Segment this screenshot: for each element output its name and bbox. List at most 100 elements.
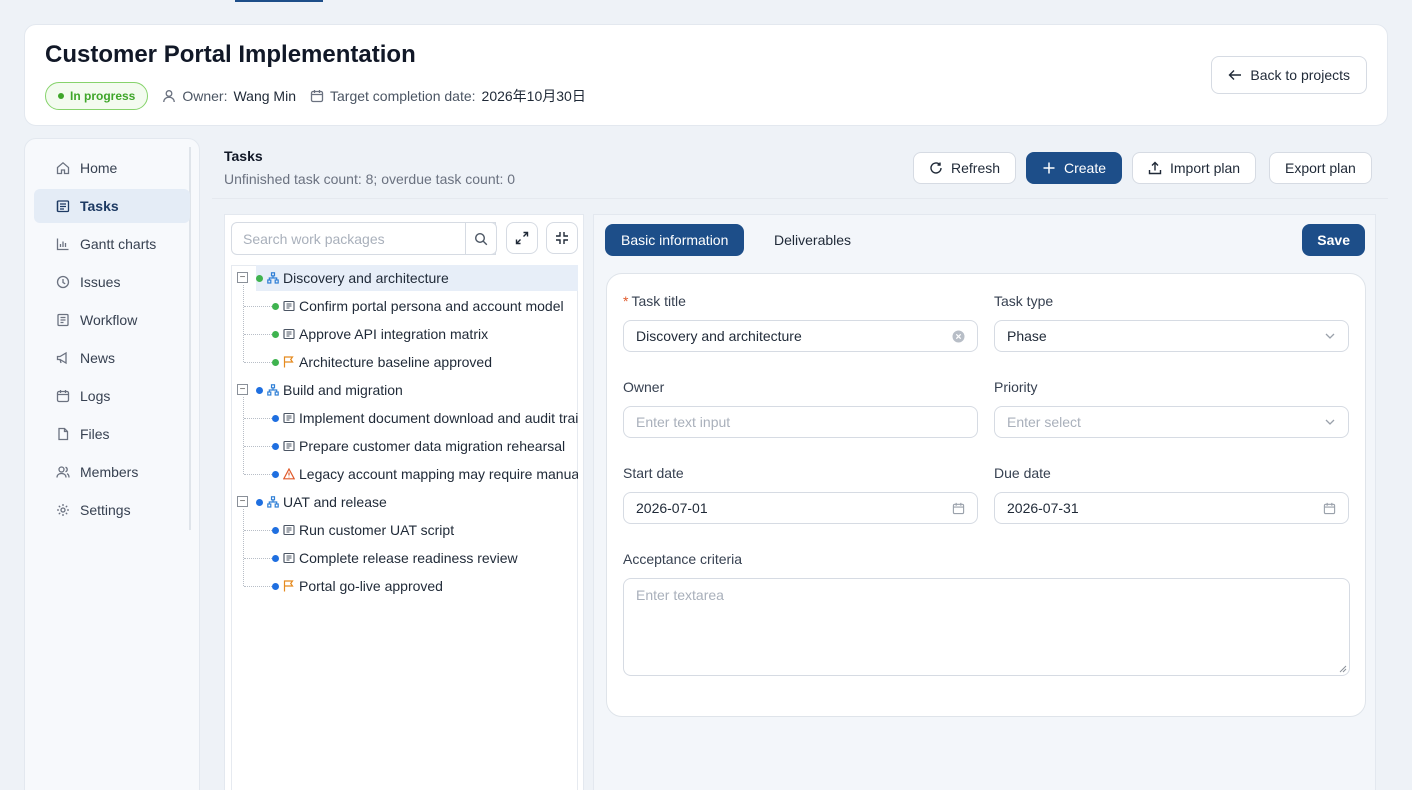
phase-icon xyxy=(267,384,279,396)
warning-icon xyxy=(283,468,295,480)
owner-input[interactable]: Enter text input xyxy=(623,406,978,438)
tree-node-phase[interactable]: Discovery and architecture xyxy=(256,265,578,291)
task-title-value: Discovery and architecture xyxy=(636,328,802,344)
status-dot xyxy=(58,93,64,99)
top-tab-indicator xyxy=(235,0,323,2)
create-label: Create xyxy=(1064,160,1107,176)
resize-handle-icon[interactable] xyxy=(1339,665,1347,673)
collapse-toggle[interactable]: − xyxy=(237,384,248,395)
sidebar-item-tasks[interactable]: Tasks xyxy=(34,189,190,223)
owner-value: Wang Min xyxy=(233,88,296,104)
collapse-toggle[interactable]: − xyxy=(237,272,248,283)
search-input[interactable]: Search work packages xyxy=(231,222,496,255)
tree-connector xyxy=(244,586,272,587)
tasks-title: Tasks xyxy=(224,148,263,164)
task-icon xyxy=(283,552,295,564)
workflow-icon xyxy=(57,313,69,327)
tree-connector xyxy=(243,397,244,474)
calendar-icon xyxy=(1323,502,1336,515)
chevron-down-icon xyxy=(1325,333,1335,339)
status-label: In progress xyxy=(70,89,136,103)
sidebar-item-settings[interactable]: Settings xyxy=(34,493,190,527)
tab-deliverables[interactable]: Deliverables xyxy=(758,224,867,256)
tree-node-phase[interactable]: UAT and release xyxy=(256,489,578,515)
status-dot xyxy=(272,414,279,422)
sidebar-item-issues[interactable]: Issues xyxy=(34,265,190,299)
calendar-icon xyxy=(952,502,965,515)
sidebar-item-files[interactable]: Files xyxy=(34,417,190,451)
sidebar-item-logs[interactable]: Logs xyxy=(34,379,190,413)
tree-node-milestone[interactable]: Portal go-live approved xyxy=(272,573,578,599)
acceptance-criteria-label: Acceptance criteria xyxy=(623,551,743,567)
owner-placeholder: Enter text input xyxy=(636,414,731,430)
tree-node-task[interactable]: Prepare customer data migration rehearsa… xyxy=(272,433,578,459)
tab-basic-information[interactable]: Basic information xyxy=(605,224,745,256)
clear-icon[interactable] xyxy=(952,330,965,343)
export-plan-button[interactable]: Export plan xyxy=(1269,152,1372,184)
expand-icon xyxy=(515,231,529,245)
tree-node-label: Build and migration xyxy=(283,382,403,398)
collapse-toggle[interactable]: − xyxy=(237,496,248,507)
priority-label: Priority xyxy=(994,379,1038,395)
sidebar-item-members[interactable]: Members xyxy=(34,455,190,489)
save-label: Save xyxy=(1317,232,1350,248)
gear-icon xyxy=(57,504,69,516)
sidebar-item-label: Settings xyxy=(80,502,131,518)
status-dot xyxy=(256,386,263,394)
status-dot xyxy=(272,582,279,590)
priority-select[interactable]: Enter select xyxy=(994,406,1349,438)
sidebar-item-news[interactable]: News xyxy=(34,341,190,375)
create-button[interactable]: Create xyxy=(1026,152,1123,184)
acceptance-criteria-textarea[interactable]: Enter textarea xyxy=(623,578,1350,676)
task-title-input[interactable]: Discovery and architecture xyxy=(623,320,978,352)
refresh-label: Refresh xyxy=(951,160,1001,176)
import-plan-button[interactable]: Import plan xyxy=(1132,152,1257,184)
status-dot xyxy=(256,274,263,282)
sidebar-item-label: Home xyxy=(80,160,118,176)
search-button[interactable] xyxy=(465,222,497,255)
search-placeholder: Search work packages xyxy=(243,230,385,247)
start-date-picker[interactable]: 2026-07-01 xyxy=(623,492,978,524)
gantt-chart-icon xyxy=(56,238,69,251)
tasks-summary: Unfinished task count: 8; overdue task c… xyxy=(224,171,516,187)
sidebar-item-label: Workflow xyxy=(80,312,138,328)
members-icon xyxy=(56,466,70,478)
expand-all-button[interactable] xyxy=(506,222,538,254)
sidebar-item-label: Issues xyxy=(80,274,121,290)
tab-label: Deliverables xyxy=(774,232,852,248)
due-date-value: 2026-07-31 xyxy=(1007,500,1079,516)
tree-node-phase[interactable]: Build and migration xyxy=(256,377,578,403)
tree-node-task[interactable]: Complete release readiness review xyxy=(272,545,578,571)
target-date-value: 2026年10月30日 xyxy=(481,88,586,104)
task-type-label: Task type xyxy=(994,293,1054,309)
user-icon xyxy=(163,90,176,103)
owner-field-label: Owner xyxy=(623,379,665,395)
tree-node-task[interactable]: Run customer UAT script xyxy=(272,517,578,543)
tree-node-label: Portal go-live approved xyxy=(299,578,443,594)
tree-node-risk[interactable]: Legacy account mapping may require manua… xyxy=(272,461,578,487)
back-to-projects-button[interactable]: Back to projects xyxy=(1211,56,1367,94)
task-icon xyxy=(283,328,295,340)
tree-connector xyxy=(244,306,272,307)
tree-node-label: Prepare customer data migration rehearsa… xyxy=(299,438,566,454)
sidebar-item-label: News xyxy=(80,350,116,366)
tree-node-label: Discovery and architecture xyxy=(283,270,449,286)
tree-node-task[interactable]: Approve API integration matrix xyxy=(272,321,578,347)
refresh-button[interactable]: Refresh xyxy=(913,152,1017,184)
sidebar-item-workflow[interactable]: Workflow xyxy=(34,303,190,337)
collapse-all-button[interactable] xyxy=(546,222,578,254)
target-date-label: Target completion date: xyxy=(330,88,476,104)
save-button[interactable]: Save xyxy=(1302,224,1365,256)
tree-node-task[interactable]: Confirm portal persona and account model xyxy=(272,293,578,319)
arrow-left-icon xyxy=(1228,70,1242,80)
tree-node-milestone[interactable]: Architecture baseline approved xyxy=(272,349,578,375)
status-dot xyxy=(272,442,279,450)
tree-node-label: UAT and release xyxy=(283,494,387,510)
tree-node-task[interactable]: Implement document download and audit tr… xyxy=(272,405,578,431)
task-type-value: Phase xyxy=(1007,328,1047,344)
status-dot xyxy=(256,498,263,506)
task-type-select[interactable]: Phase xyxy=(994,320,1349,352)
due-date-picker[interactable]: 2026-07-31 xyxy=(994,492,1349,524)
sidebar-item-home[interactable]: Home xyxy=(34,151,190,185)
sidebar-item-gantt-charts[interactable]: Gantt charts xyxy=(34,227,190,261)
